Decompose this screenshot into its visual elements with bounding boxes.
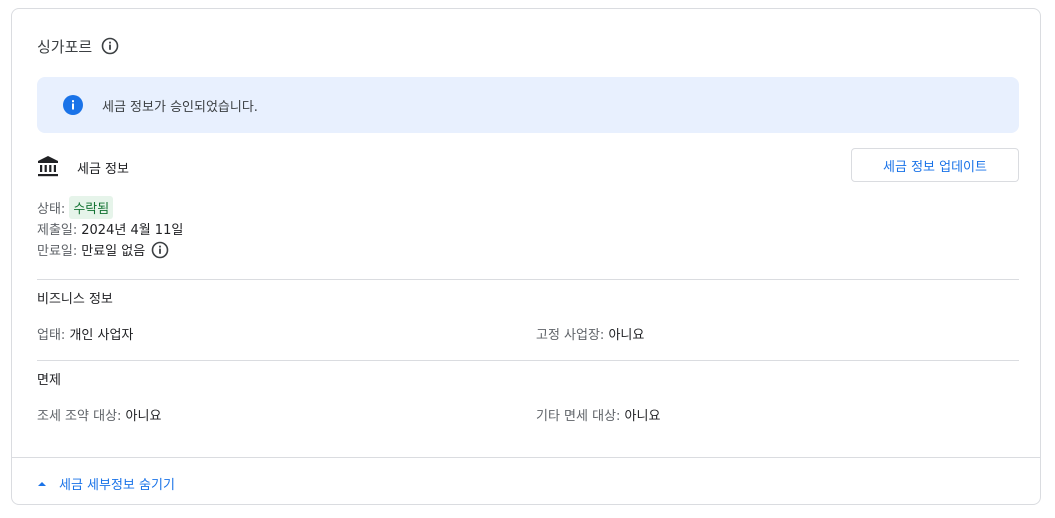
info-filled-icon (63, 95, 83, 115)
info-outline-icon[interactable] (151, 241, 169, 259)
business-type-label: 업태: (37, 328, 66, 343)
other-exemption-value: 아니요 (624, 409, 661, 424)
expiry-row: 만료일: 만료일 없음 (37, 239, 183, 260)
expiry-value: 만료일 없음 (81, 244, 146, 259)
bank-icon (37, 155, 59, 177)
other-exemption-field: 기타 면세 대상: 아니요 (536, 405, 660, 424)
banner-message: 세금 정보가 승인되었습니다. (102, 99, 258, 115)
other-exemption-label: 기타 면세 대상: (536, 409, 621, 424)
country-header: 싱가포르 (37, 35, 119, 57)
business-type-field: 업태: 개인 사업자 (37, 324, 133, 343)
tax-info-heading: 세금 정보 (77, 162, 129, 177)
submitted-row: 제출일: 2024년 4월 11일 (37, 218, 183, 239)
treaty-field: 조세 조약 대상: 아니요 (37, 405, 161, 424)
caret-up-icon (37, 478, 47, 488)
fixed-place-field: 고정 사업장: 아니요 (536, 324, 644, 343)
tax-info-header: 세금 정보 세금 정보 업데이트 (37, 148, 1019, 191)
divider (37, 279, 1019, 280)
hide-tax-details-button[interactable]: 세금 세부정보 숨기기 (37, 473, 175, 493)
info-outline-icon[interactable] (101, 37, 119, 55)
submitted-label: 제출일: (37, 223, 78, 238)
business-info-heading: 비즈니스 정보 (37, 292, 113, 307)
page-title: 싱가포르 (37, 37, 93, 56)
hide-tax-details-label: 세금 세부정보 숨기기 (59, 477, 175, 493)
fixed-place-value: 아니요 (608, 328, 645, 343)
fixed-place-label: 고정 사업장: (536, 328, 605, 343)
treaty-value: 아니요 (125, 409, 162, 424)
divider (37, 360, 1019, 361)
status-label: 상태: (37, 202, 66, 217)
exemption-heading: 면제 (37, 373, 61, 388)
divider (12, 457, 1040, 458)
status-row: 상태: 수락됨 (37, 196, 183, 219)
tax-card: 싱가포르 세금 정보가 승인되었습니다. 세금 정보 세금 정보 업데이트 상태… (11, 8, 1041, 505)
submitted-value: 2024년 4월 11일 (81, 223, 184, 238)
approval-banner: 세금 정보가 승인되었습니다. (37, 77, 1019, 133)
status-badge: 수락됨 (69, 196, 114, 219)
update-tax-info-button[interactable]: 세금 정보 업데이트 (851, 148, 1019, 182)
treaty-label: 조세 조약 대상: (37, 409, 122, 424)
expiry-label: 만료일: (37, 244, 78, 259)
business-type-value: 개인 사업자 (69, 328, 134, 343)
tax-info-details: 상태: 수락됨 제출일: 2024년 4월 11일 만료일: 만료일 없음 (37, 196, 183, 260)
